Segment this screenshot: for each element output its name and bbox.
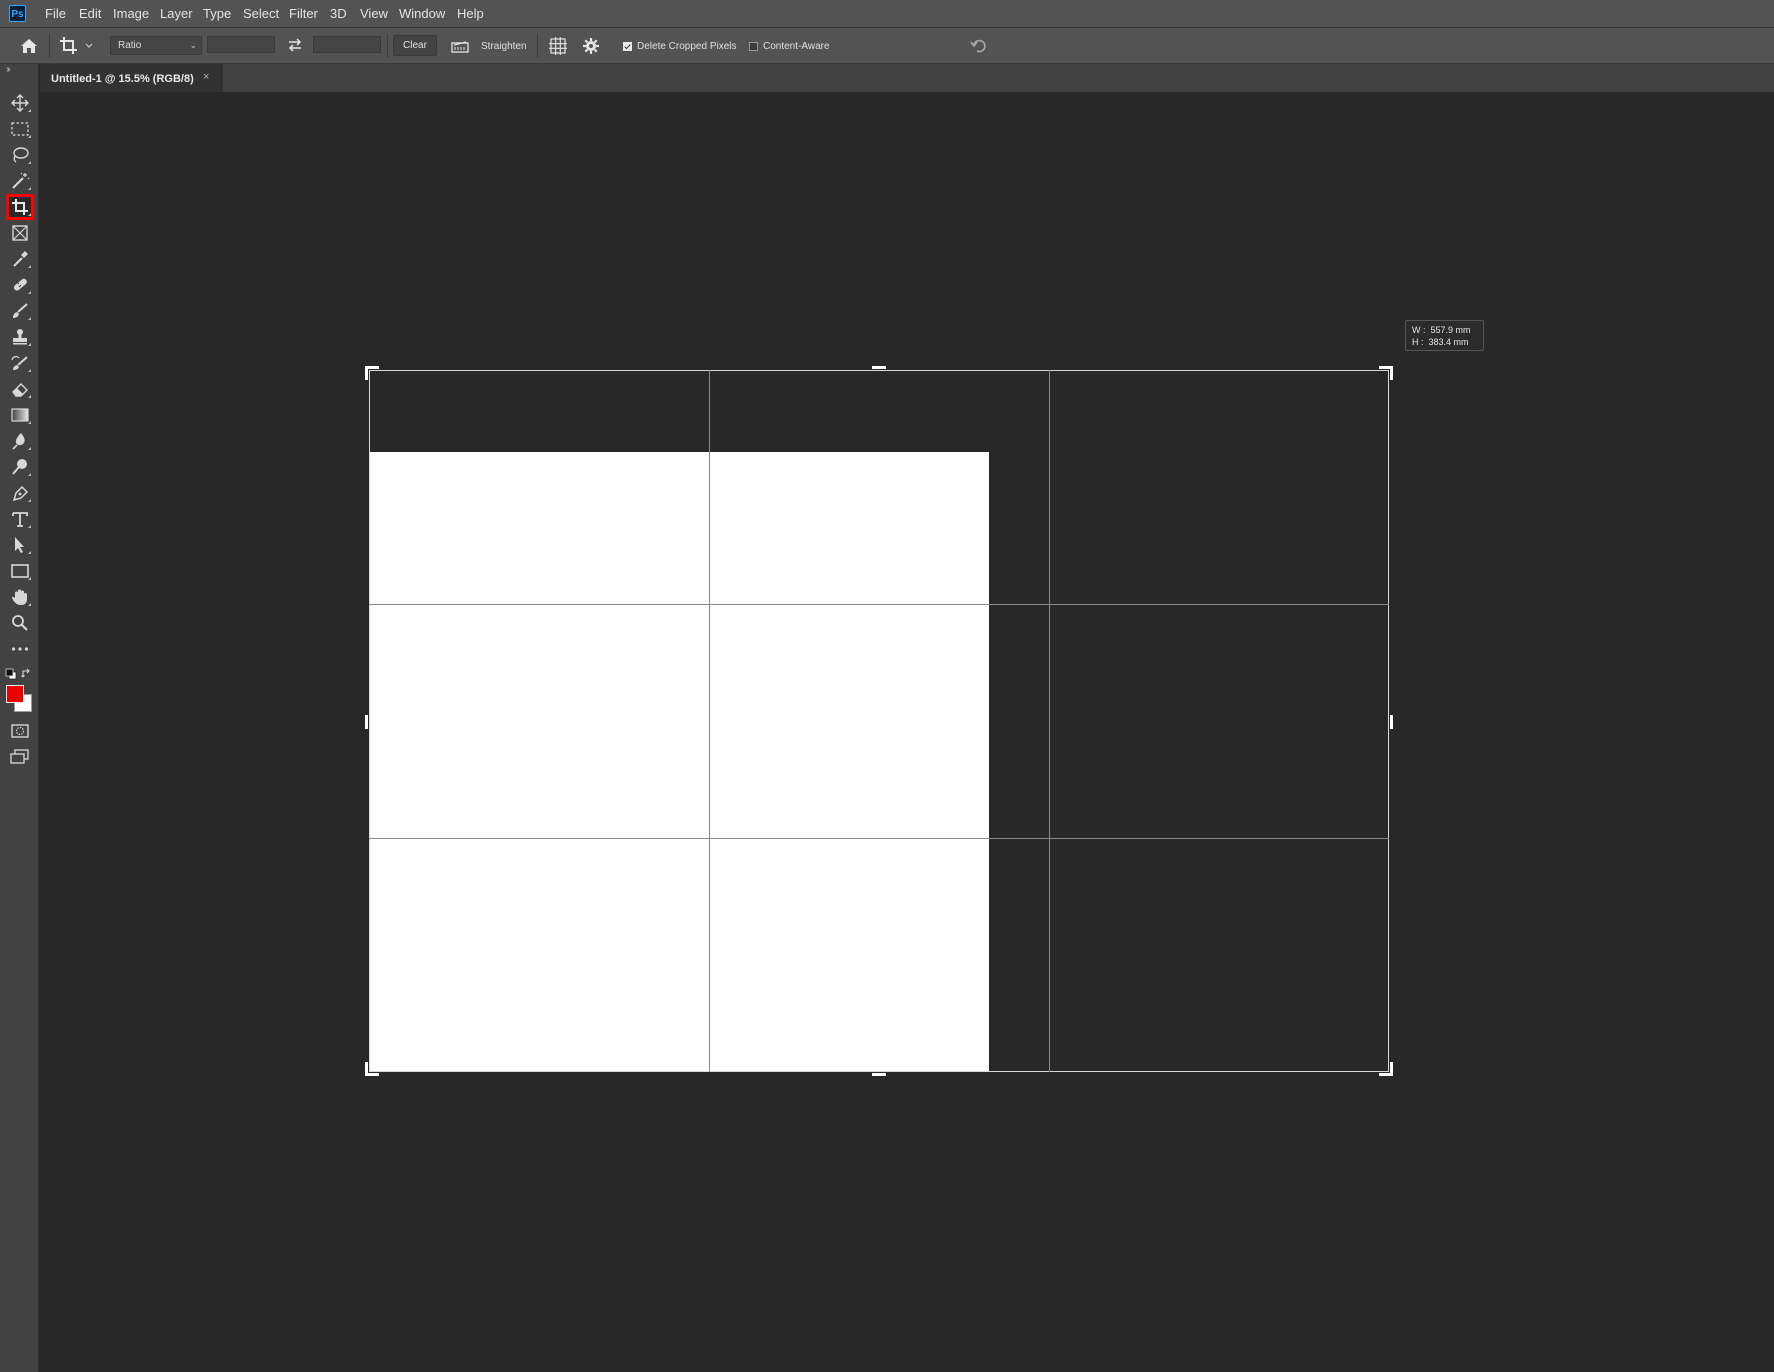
type-tool-icon[interactable]: [8, 508, 32, 530]
menu-bar: Ps File Edit Image Layer Type Select Fil…: [0, 0, 1774, 28]
crop-handle-bottom-right[interactable]: [1390, 1062, 1393, 1076]
history-brush-tool-icon[interactable]: [8, 352, 32, 374]
ratio-select-value: Ratio: [118, 40, 142, 51]
tools-panel: ››: [0, 64, 39, 1372]
frame-tool-icon[interactable]: [8, 222, 32, 244]
crop-icon: [60, 37, 93, 54]
menu-layer[interactable]: Layer: [160, 6, 193, 21]
chevron-down-icon: ⌄: [189, 40, 197, 50]
menu-help[interactable]: Help: [457, 6, 484, 21]
rectangle-tool-icon[interactable]: [8, 560, 32, 582]
options-bar: Ratio ⌄ Clear Straighten Delete Cropped …: [0, 28, 1774, 64]
lasso-tool-icon[interactable]: [8, 144, 32, 166]
crop-overlay-grid-icon[interactable]: [549, 37, 567, 55]
straighten-icon[interactable]: [451, 38, 469, 54]
straighten-label[interactable]: Straighten: [481, 41, 527, 52]
foreground-color-swatch[interactable]: [6, 685, 24, 703]
crop-handle-top-left[interactable]: [365, 366, 368, 380]
menu-file[interactable]: File: [45, 6, 66, 21]
move-tool-icon[interactable]: [8, 92, 32, 114]
document-tabs-bar: Untitled-1 @ 15.5% (RGB/8) ×: [40, 64, 1774, 92]
ratio-select[interactable]: Ratio ⌄: [110, 36, 202, 55]
crop-preset-picker[interactable]: [57, 34, 97, 58]
photoshop-logo: Ps: [9, 5, 26, 22]
crop-grid-line: [1049, 370, 1050, 1072]
path-selection-tool-icon[interactable]: [8, 534, 32, 556]
crop-grid-line: [369, 838, 1389, 839]
readout-h-label: H :: [1412, 337, 1424, 347]
crop-handle-left[interactable]: [365, 715, 368, 729]
crop-handle-top[interactable]: [872, 366, 886, 369]
crop-height-input[interactable]: [313, 36, 381, 53]
collapse-panel-icon[interactable]: ››: [6, 64, 10, 75]
separator: [49, 34, 50, 58]
readout-w-label: W :: [1412, 325, 1426, 335]
content-aware-checkbox[interactable]: [749, 42, 758, 51]
document-tab-title: Untitled-1 @ 15.5% (RGB/8): [51, 73, 194, 85]
brush-tool-icon[interactable]: [8, 300, 32, 322]
screen-mode-icon[interactable]: [8, 746, 32, 768]
home-icon[interactable]: [18, 35, 40, 57]
crop-box[interactable]: [369, 370, 1389, 1072]
healing-brush-tool-icon[interactable]: [8, 274, 32, 296]
quick-mask-icon[interactable]: [8, 720, 32, 742]
gradient-tool-icon[interactable]: [8, 404, 32, 426]
clear-button[interactable]: Clear: [393, 35, 437, 56]
crop-handle-bottom[interactable]: [872, 1073, 886, 1076]
content-aware-label[interactable]: Content-Aware: [763, 41, 830, 52]
menu-type[interactable]: Type: [203, 6, 231, 21]
crop-width-input[interactable]: [207, 36, 275, 53]
delete-cropped-pixels-label[interactable]: Delete Cropped Pixels: [637, 41, 737, 52]
readout-h-value: 383.4 mm: [1428, 337, 1469, 347]
gear-icon[interactable]: [582, 37, 600, 55]
swap-dimensions-icon[interactable]: [285, 36, 305, 54]
crop-grid-line: [369, 604, 1389, 605]
eraser-tool-icon[interactable]: [8, 378, 32, 400]
menu-window[interactable]: Window: [399, 6, 445, 21]
hand-tool-icon[interactable]: [8, 586, 32, 608]
menu-view[interactable]: View: [360, 6, 388, 21]
crop-handle-top-right[interactable]: [1390, 366, 1393, 380]
menu-3d[interactable]: 3D: [330, 6, 347, 21]
menu-select[interactable]: Select: [243, 6, 279, 21]
swap-colors-icon[interactable]: [21, 667, 33, 679]
blur-tool-icon[interactable]: [8, 430, 32, 452]
readout-w-value: 557.9 mm: [1430, 325, 1471, 335]
zoom-tool-icon[interactable]: [8, 612, 32, 634]
menu-image[interactable]: Image: [113, 6, 149, 21]
separator: [387, 34, 388, 58]
menu-filter[interactable]: Filter: [289, 6, 318, 21]
menu-edit[interactable]: Edit: [79, 6, 101, 21]
magic-wand-tool-icon[interactable]: [8, 170, 32, 192]
separator: [537, 34, 538, 58]
document-tab[interactable]: Untitled-1 @ 15.5% (RGB/8) ×: [40, 64, 223, 92]
marquee-tool-icon[interactable]: [8, 118, 32, 140]
more-tools-icon[interactable]: [8, 638, 32, 660]
crop-grid-line: [709, 370, 710, 1072]
reset-crop-icon[interactable]: [969, 37, 989, 55]
default-colors-icon[interactable]: [5, 667, 17, 680]
delete-cropped-pixels-checkbox[interactable]: [623, 42, 632, 51]
crop-size-readout: W : 557.9 mm H : 383.4 mm: [1405, 320, 1484, 351]
dodge-tool-icon[interactable]: [8, 456, 32, 478]
pen-tool-icon[interactable]: [8, 482, 32, 504]
crop-handle-right[interactable]: [1390, 715, 1393, 729]
crop-tool-icon[interactable]: [6, 194, 34, 220]
crop-handle-bottom-left[interactable]: [365, 1062, 368, 1076]
clone-stamp-tool-icon[interactable]: [8, 326, 32, 348]
eyedropper-tool-icon[interactable]: [8, 248, 32, 270]
close-icon[interactable]: ×: [203, 71, 209, 83]
